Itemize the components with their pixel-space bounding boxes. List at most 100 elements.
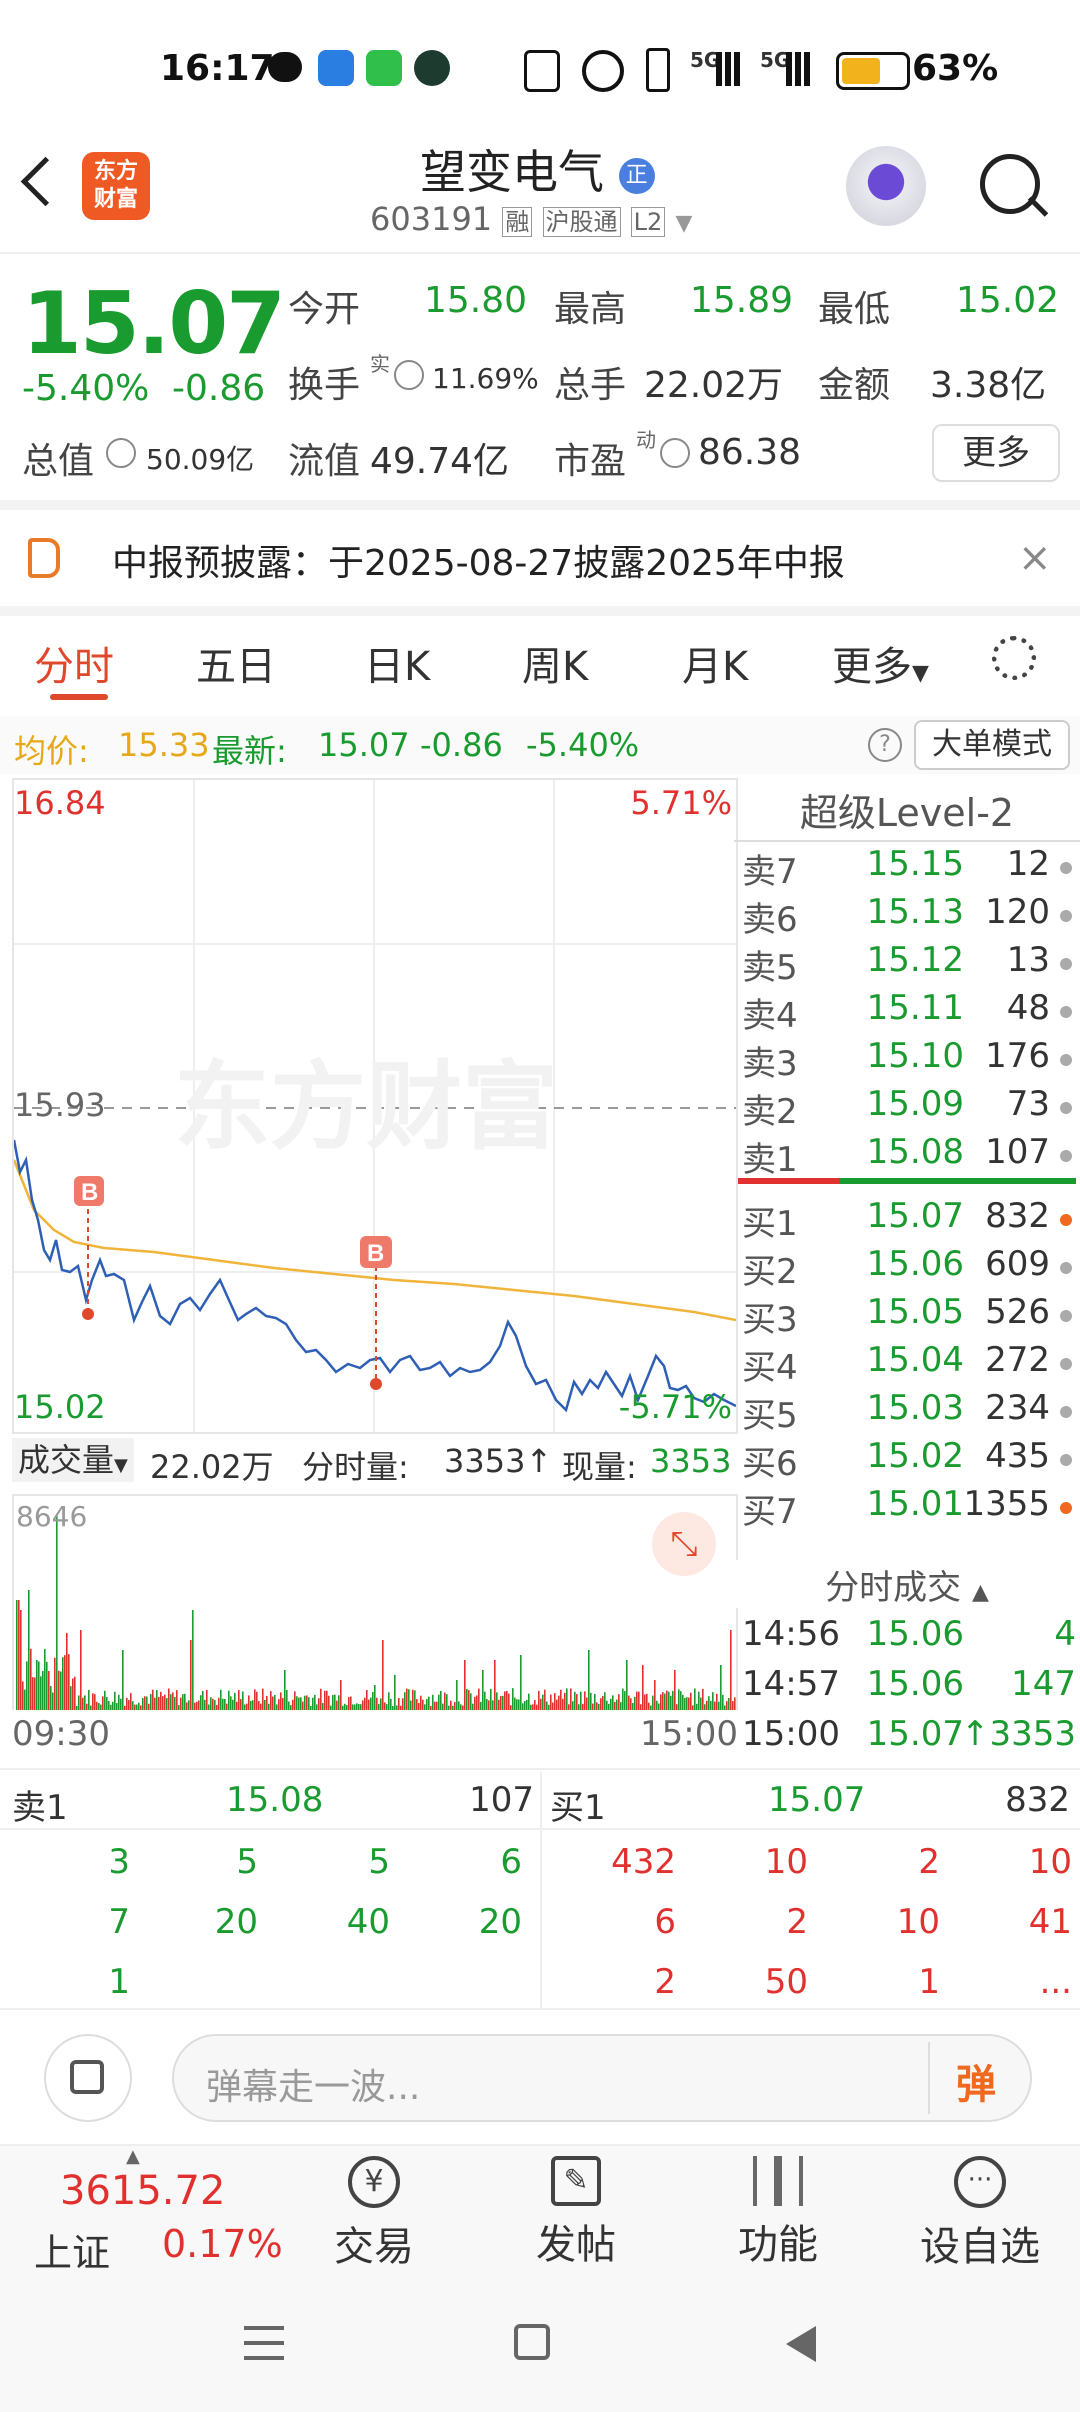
ask-row[interactable]: 卖1 15.08 107 bbox=[734, 1132, 1080, 1180]
queue-sell-qty: 107 bbox=[469, 1780, 534, 1820]
ask-row[interactable]: 卖5 15.12 13 bbox=[734, 940, 1080, 988]
volume-chart[interactable]: 8646 ⤡ bbox=[12, 1494, 738, 1710]
volume-bar bbox=[162, 1696, 164, 1710]
function-label: 功能 bbox=[738, 2222, 818, 2268]
bid-row[interactable]: 买7 15.01 1355 bbox=[734, 1484, 1080, 1532]
volume-bar bbox=[374, 1685, 376, 1710]
search-icon[interactable] bbox=[980, 154, 1040, 214]
ask-row[interactable]: 卖2 15.09 73 bbox=[734, 1084, 1080, 1132]
avg-value: 15.33 bbox=[118, 726, 210, 764]
comment-list-icon[interactable] bbox=[44, 2034, 132, 2122]
index-widget[interactable]: ▲ 3615.72 上证 0.17% bbox=[0, 2146, 290, 2282]
volume-bar bbox=[554, 1693, 556, 1710]
ask-row[interactable]: 卖6 15.13 120 bbox=[734, 892, 1080, 940]
speaker-icon bbox=[28, 538, 60, 578]
volume-bar bbox=[416, 1699, 418, 1710]
menu-icon[interactable] bbox=[244, 2326, 284, 2360]
bid-row[interactable]: 买3 15.05 526 bbox=[734, 1292, 1080, 1340]
big-order-mode-button[interactable]: 大单模式 bbox=[914, 720, 1070, 770]
queue-buy-cell: 2 bbox=[918, 1842, 940, 1882]
info-icon[interactable] bbox=[660, 438, 690, 468]
tab-monthly-k[interactable]: 月K bbox=[682, 634, 748, 692]
volume-bar bbox=[598, 1703, 600, 1710]
chart-bottom-pct: -5.71% bbox=[618, 1388, 732, 1426]
ask-row[interactable]: 卖3 15.10 176 bbox=[734, 1036, 1080, 1084]
bid-row[interactable]: 买6 15.02 435 bbox=[734, 1436, 1080, 1484]
volume-bar bbox=[252, 1700, 254, 1710]
high-value: 15.89 bbox=[690, 280, 794, 321]
intraday-chart[interactable]: 东方财富 B B 16.84 5.71% 15.93 15.02 -5.71% bbox=[12, 778, 738, 1434]
trade-button[interactable]: ¥ 交易 bbox=[304, 2156, 444, 2276]
close-icon[interactable]: × bbox=[1018, 538, 1052, 578]
volume-bar bbox=[486, 1699, 488, 1710]
tab-weekly-k[interactable]: 周K bbox=[522, 634, 588, 692]
book-level-qty: 234 bbox=[985, 1388, 1050, 1428]
volume-indicator-select[interactable]: 成交量▼ bbox=[12, 1438, 134, 1482]
change-value: -0.86 bbox=[172, 368, 266, 409]
ask-row[interactable]: 卖4 15.11 48 bbox=[734, 988, 1080, 1036]
volume-bar bbox=[384, 1702, 386, 1710]
caret-down-icon: ▼ bbox=[912, 661, 929, 686]
volume-bar bbox=[582, 1703, 584, 1710]
volume-bar bbox=[110, 1704, 112, 1710]
volume-bar bbox=[318, 1698, 320, 1710]
volume-bar bbox=[78, 1695, 80, 1710]
volume-bar bbox=[76, 1705, 78, 1710]
tag-rong: 融 bbox=[502, 207, 533, 237]
danmu-input[interactable]: 弹幕走一波... 弹 bbox=[172, 2034, 1032, 2122]
volume-bar bbox=[84, 1695, 86, 1710]
book-level-name: 卖2 bbox=[742, 1092, 798, 1132]
volume-bar bbox=[130, 1693, 132, 1710]
volume-bar bbox=[104, 1690, 106, 1710]
robot-avatar[interactable] bbox=[846, 146, 926, 226]
book-level-dot bbox=[1060, 910, 1072, 922]
queue-buy-cell: 10 bbox=[764, 1842, 808, 1882]
book-level-name: 买4 bbox=[742, 1348, 798, 1388]
book-level-dot bbox=[1060, 1150, 1072, 1162]
low-value: 15.02 bbox=[956, 280, 1060, 321]
signal-icon-1 bbox=[716, 52, 746, 86]
volume-bar bbox=[346, 1704, 348, 1710]
volume-bar bbox=[190, 1640, 192, 1710]
tab-intraday[interactable]: 分时 bbox=[34, 634, 114, 692]
volume-bar bbox=[28, 1590, 30, 1710]
orderbook-title[interactable]: 超级Level-2 bbox=[734, 782, 1080, 837]
danmu-toggle-icon[interactable]: 弹 bbox=[956, 2052, 996, 2110]
volume-bar bbox=[24, 1689, 26, 1710]
chevron-down-icon[interactable]: ▼ bbox=[675, 211, 692, 236]
add-watchlist-button[interactable]: ··· 设自选 bbox=[900, 2156, 1060, 2276]
post-button[interactable]: ✎ 发帖 bbox=[506, 2156, 646, 2276]
function-button[interactable]: 功能 bbox=[708, 2156, 848, 2276]
trades-header[interactable]: 分时成交 ▲ bbox=[734, 1560, 1080, 1608]
volume-bar bbox=[310, 1705, 312, 1710]
queue-divider-bottom bbox=[0, 2008, 1080, 2010]
volume-bar bbox=[618, 1694, 620, 1710]
book-level-price: 15.08 bbox=[866, 1132, 964, 1172]
tab-five-day[interactable]: 五日 bbox=[196, 634, 276, 692]
volume-bar bbox=[576, 1694, 578, 1710]
tab-more[interactable]: 更多▼ bbox=[832, 634, 929, 692]
queue-buy-cell: ... bbox=[1039, 1962, 1072, 2002]
tab-daily-k[interactable]: 日K bbox=[364, 634, 430, 692]
volume-bar bbox=[316, 1704, 318, 1710]
queue-buy-cell: 6 bbox=[654, 1902, 676, 1942]
info-icon[interactable] bbox=[394, 360, 424, 390]
help-icon[interactable]: ? bbox=[868, 728, 902, 762]
volume-bar bbox=[214, 1700, 216, 1710]
expand-icon[interactable]: ⤡ bbox=[652, 1512, 716, 1576]
bid-row[interactable]: 买5 15.03 234 bbox=[734, 1388, 1080, 1436]
info-icon[interactable] bbox=[106, 438, 136, 468]
back-nav-icon[interactable] bbox=[786, 2326, 816, 2362]
book-level-name: 买3 bbox=[742, 1300, 798, 1340]
bid-row[interactable]: 买2 15.06 609 bbox=[734, 1244, 1080, 1292]
bid-row[interactable]: 买1 15.07 832 bbox=[734, 1196, 1080, 1244]
home-icon[interactable] bbox=[514, 2324, 550, 2360]
volume-bar bbox=[414, 1690, 416, 1710]
more-button[interactable]: 更多 bbox=[932, 424, 1060, 482]
bid-row[interactable]: 买4 15.04 272 bbox=[734, 1340, 1080, 1388]
notice-bar[interactable]: 中报预披露：于2025-08-27披露2025年中报 × bbox=[0, 510, 1080, 606]
stock-code: 603191 bbox=[370, 200, 493, 238]
back-icon[interactable] bbox=[20, 156, 71, 207]
ask-row[interactable]: 卖7 15.15 12 bbox=[734, 844, 1080, 892]
settings-icon[interactable] bbox=[992, 636, 1036, 680]
